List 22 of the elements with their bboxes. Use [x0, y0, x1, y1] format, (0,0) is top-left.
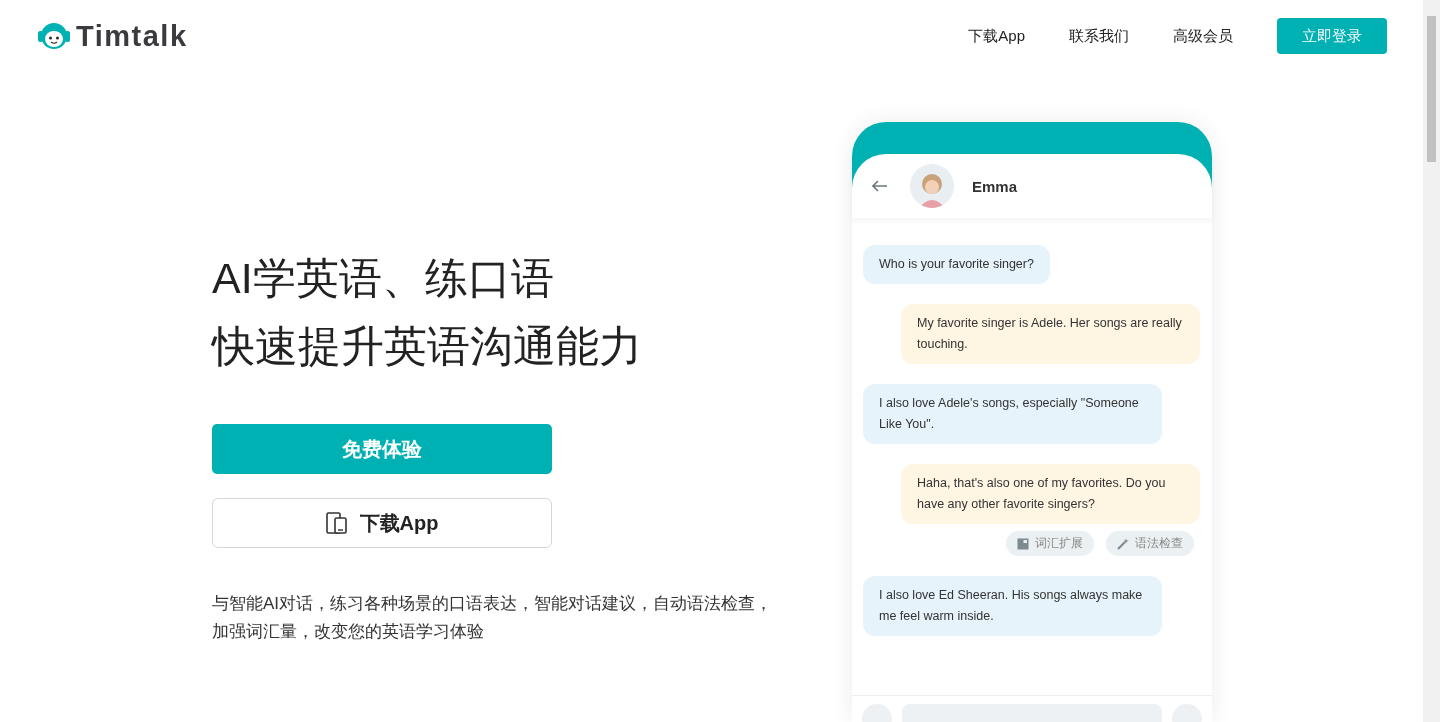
- nav-link[interactable]: 下载App: [968, 26, 1025, 46]
- hero-description: 与智能AI对话，练习各种场景的口语表达，智能对话建议，自动语法检查，加强词汇量，改变您的英语学习体验: [212, 593, 774, 643]
- scrollbar-thumb[interactable]: [1427, 16, 1436, 162]
- devices-icon: [325, 512, 348, 534]
- user-message: My favorite singer is Adele. Her songs are really touching.: [901, 304, 1200, 364]
- ai-message: Who is your favorite singer?: [863, 245, 1050, 284]
- book-icon: [1017, 537, 1029, 550]
- user-message: Haha, that's also one of my favorites. Do you have any other favorite singers?: [901, 464, 1200, 524]
- ai-message: I also love Adele's songs, especially "Someone Like You".: [863, 384, 1162, 444]
- logo-text[interactable]: Timtalk: [76, 19, 188, 53]
- download-app-button[interactable]: 下载App: [212, 498, 552, 548]
- nav-link[interactable]: 高级会员: [1173, 26, 1233, 46]
- avatar: [910, 164, 954, 208]
- magic-wand-icon: [1117, 537, 1129, 550]
- robot-head-icon: [38, 22, 70, 50]
- scrollbar[interactable]: [1423, 0, 1440, 722]
- back-arrow-icon[interactable]: [872, 180, 888, 192]
- contact-name: Emma: [972, 177, 1018, 195]
- hero-title: 快速提升英语沟通能力: [212, 321, 642, 372]
- ai-message: I also love Ed Sheeran. His songs always make me feel warm inside.: [863, 576, 1162, 636]
- hero-title: AI学英语、练口语: [212, 253, 554, 304]
- nav-link[interactable]: 联系我们: [1069, 26, 1129, 46]
